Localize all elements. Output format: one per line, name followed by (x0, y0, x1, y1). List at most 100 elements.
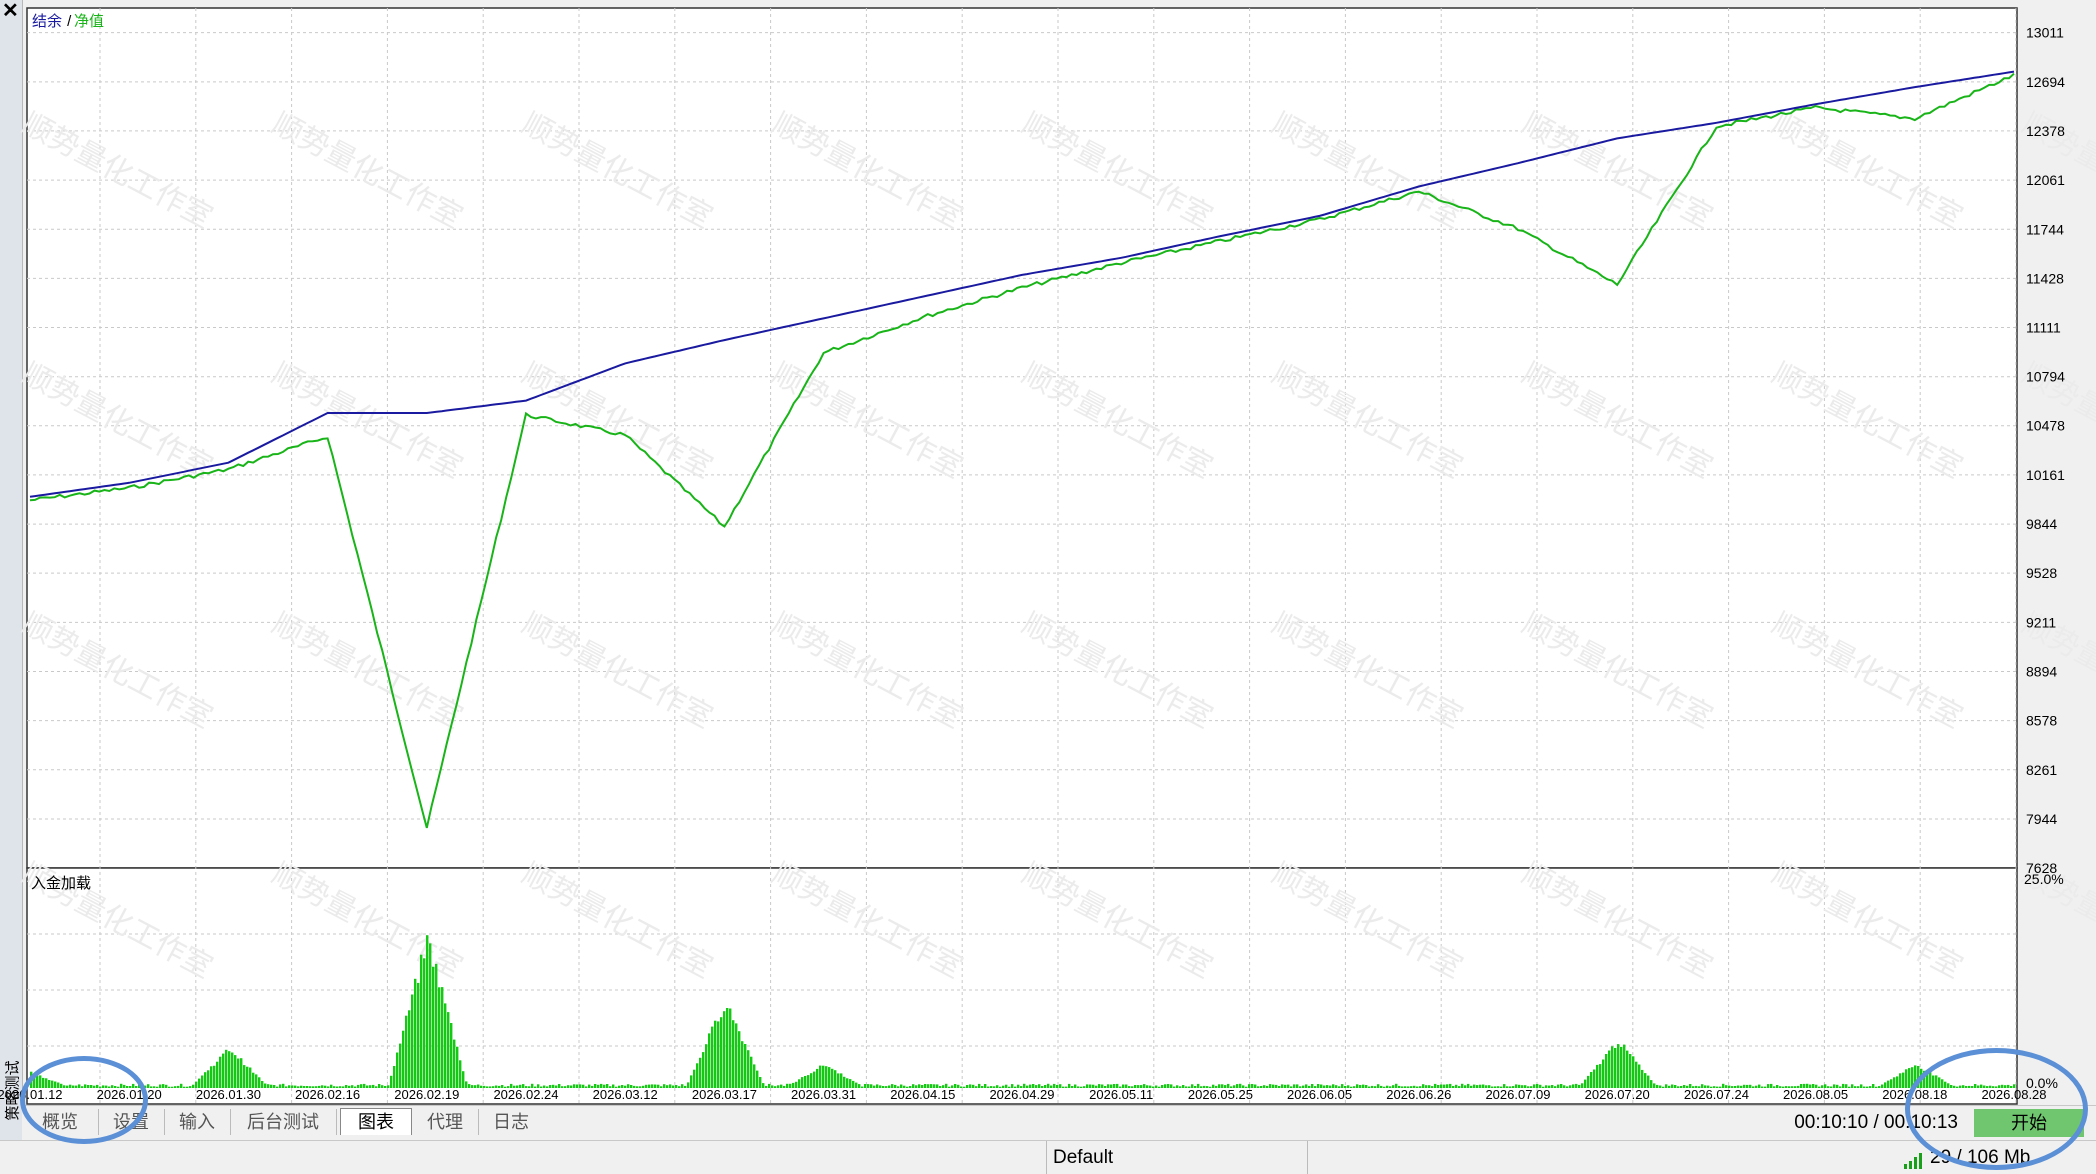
load-bar (678, 1086, 681, 1088)
x-tick-label: 2026.03.17 (692, 1087, 757, 1102)
load-bar (1680, 1086, 1683, 1088)
load-bar (1623, 1044, 1626, 1088)
load-bar (1071, 1086, 1074, 1088)
x-tick-label: 2026.06.26 (1386, 1087, 1451, 1102)
load-bar (1383, 1086, 1386, 1088)
load-bar (207, 1070, 210, 1088)
load-bar (264, 1083, 267, 1088)
load-bar (489, 1086, 492, 1088)
load-bar (438, 987, 441, 1088)
load-bar (1176, 1085, 1179, 1088)
load-bar (1611, 1046, 1614, 1088)
y-tick-label: 10794 (2026, 369, 2065, 385)
load-bar (372, 1084, 375, 1088)
load-bar (576, 1084, 579, 1088)
sub-tick-label: 25.0% (2024, 871, 2064, 887)
load-bar (1644, 1073, 1647, 1088)
x-tick-label: 2026.02.16 (295, 1087, 360, 1102)
load-bar (723, 1011, 726, 1088)
y-tick-label: 10161 (2026, 467, 2065, 483)
load-bar (786, 1083, 789, 1088)
load-bar (255, 1074, 258, 1088)
load-bar (816, 1068, 819, 1088)
load-bar (1677, 1086, 1680, 1088)
load-bar (696, 1063, 699, 1088)
load-bar (276, 1086, 279, 1088)
load-bar (480, 1085, 483, 1088)
load-bar (450, 1023, 453, 1088)
load-bar (243, 1065, 246, 1088)
load-bar (864, 1084, 867, 1088)
y-tick-label: 9844 (2026, 516, 2057, 532)
load-bar (369, 1085, 372, 1088)
load-bar (840, 1073, 843, 1088)
load-bar (1764, 1086, 1767, 1088)
load-bar (1752, 1086, 1755, 1088)
load-bar (975, 1086, 978, 1088)
load-bar (765, 1085, 768, 1088)
load-bar (174, 1086, 177, 1088)
load-bar (828, 1067, 831, 1088)
load-bar (1905, 1069, 1908, 1088)
profile-name: Default (1046, 1141, 1308, 1174)
load-bar (1779, 1086, 1782, 1088)
load-bar (669, 1084, 672, 1088)
load-bar (1575, 1083, 1578, 1088)
tab-backtest[interactable]: 后台测试 (230, 1109, 337, 1135)
tab-graph[interactable]: 图表 (340, 1108, 412, 1135)
load-bar (1470, 1085, 1473, 1088)
load-bar (1773, 1086, 1776, 1088)
load-bar (1170, 1084, 1173, 1088)
load-bar (1581, 1083, 1584, 1088)
load-bar (1614, 1048, 1617, 1088)
load-bar (702, 1052, 705, 1088)
load-bar (192, 1084, 195, 1088)
load-bar (414, 978, 417, 1088)
load-bar (456, 1046, 459, 1088)
load-bar (249, 1067, 252, 1088)
load-bar (1554, 1086, 1557, 1088)
load-bar (750, 1056, 753, 1088)
load-bar (726, 1008, 729, 1088)
load-bar (561, 1086, 564, 1088)
load-bar (267, 1084, 270, 1088)
load-bar (1161, 1085, 1164, 1088)
tab-journal[interactable]: 日志 (478, 1109, 544, 1135)
load-bar (1608, 1050, 1611, 1088)
load-bar (663, 1084, 666, 1088)
load-bar (402, 1030, 405, 1088)
highlight-circle-left (20, 1056, 148, 1144)
load-bar (1563, 1085, 1566, 1088)
load-bar (1461, 1083, 1464, 1088)
y-tick-label: 12378 (2026, 123, 2065, 139)
y-tick-label: 8578 (2026, 713, 2057, 729)
load-bar (1155, 1085, 1158, 1088)
load-bar (186, 1086, 189, 1088)
load-bar (375, 1086, 378, 1088)
load-bar (1068, 1083, 1071, 1088)
load-bar (717, 1021, 720, 1088)
load-bar (252, 1072, 255, 1088)
tab-agents[interactable]: 代理 (412, 1109, 479, 1135)
load-bar (420, 954, 423, 1088)
load-bar (819, 1065, 822, 1088)
load-bar (1362, 1084, 1365, 1088)
load-bar (1077, 1086, 1080, 1088)
x-tick-label: 2026.04.29 (989, 1087, 1054, 1102)
load-bar (1377, 1084, 1380, 1088)
load-bar (1551, 1085, 1554, 1088)
load-bar (1479, 1084, 1482, 1088)
load-bar (753, 1064, 756, 1088)
load-bar (1599, 1064, 1602, 1088)
load-bar (834, 1070, 837, 1088)
load-bar (426, 935, 429, 1088)
signal-bars-icon (1904, 1153, 1922, 1169)
tab-inputs[interactable]: 输入 (164, 1109, 231, 1135)
load-bar (861, 1086, 864, 1088)
load-bar (1632, 1056, 1635, 1088)
load-bar (177, 1085, 180, 1088)
load-bar (1158, 1086, 1161, 1088)
load-bar (483, 1085, 486, 1088)
load-bar (1476, 1085, 1479, 1088)
y-tick-label: 12694 (2026, 74, 2065, 90)
